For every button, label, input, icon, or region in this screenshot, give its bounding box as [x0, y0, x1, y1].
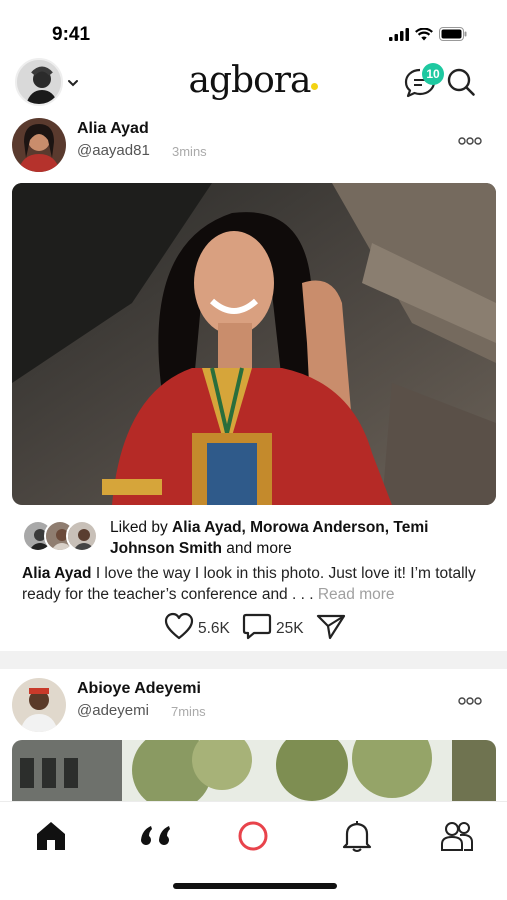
brand-dot	[311, 83, 319, 90]
likes-count: 5.6K	[198, 619, 230, 637]
comment-action[interactable]: 25K	[242, 612, 304, 645]
post-timestamp: 3mins	[172, 144, 207, 159]
more-options-icon[interactable]	[458, 694, 482, 706]
nav-people[interactable]	[437, 818, 477, 858]
like-action[interactable]: 5.6K	[164, 612, 230, 645]
messages-badge: 10	[422, 63, 444, 85]
status-time: 9:41	[52, 24, 91, 45]
brand-text: agbora	[188, 60, 312, 101]
wifi-icon	[415, 27, 433, 46]
more-options-icon[interactable]	[458, 134, 482, 146]
post-header: Abioye Adeyemi @adeyemi 7mins	[0, 678, 507, 738]
bell-icon[interactable]	[341, 819, 373, 858]
create-icon[interactable]	[236, 819, 270, 858]
post-separator	[0, 651, 507, 669]
comments-count: 25K	[276, 619, 304, 637]
read-more-link[interactable]: Read more	[318, 586, 395, 603]
post-timestamp: 7mins	[171, 704, 206, 719]
comment-icon[interactable]	[242, 612, 272, 645]
share-action[interactable]	[316, 612, 346, 645]
post-author-name[interactable]: Alia Ayad	[77, 120, 149, 138]
liked-by-text: Liked by Alia Ayad, Morowa Anderson, Tem…	[110, 517, 490, 559]
nav-notifications[interactable]	[337, 818, 377, 858]
liked-by-prefix: Liked by	[110, 519, 168, 536]
liker-avatar	[66, 520, 98, 552]
nav-create[interactable]	[233, 818, 273, 858]
home-icon[interactable]	[34, 820, 68, 857]
post-author-handle: @adeyemi	[77, 702, 149, 719]
post-author-name[interactable]: Abioye Adeyemi	[77, 680, 201, 698]
status-icons	[389, 27, 467, 46]
signal-icon	[389, 27, 409, 46]
home-indicator	[173, 883, 337, 889]
status-bar: 9:41	[0, 0, 507, 56]
post-header: Alia Ayad @aayad81 3mins	[0, 118, 507, 178]
post-actions: 5.6K 25K	[0, 612, 507, 644]
post-author-avatar[interactable]	[12, 678, 66, 732]
post-photo[interactable]	[12, 740, 496, 802]
likes-row[interactable]: Liked by Alia Ayad, Morowa Anderson, Tem…	[0, 517, 507, 561]
bottom-nav	[0, 801, 507, 900]
post-author-avatar[interactable]	[12, 118, 66, 172]
battery-icon	[439, 27, 467, 46]
post-caption: Alia Ayad I love the way I look in this …	[22, 563, 492, 605]
liked-by-suffix: and more	[226, 540, 292, 557]
quote-icon[interactable]	[137, 822, 173, 855]
send-icon[interactable]	[316, 612, 346, 645]
caption-author[interactable]: Alia Ayad	[22, 565, 92, 582]
search-icon[interactable]	[446, 67, 476, 97]
nav-home[interactable]	[31, 818, 71, 858]
people-icon[interactable]	[440, 820, 474, 857]
post-photo[interactable]	[12, 183, 496, 505]
heart-icon[interactable]	[164, 612, 194, 645]
post-author-handle: @aayad81	[77, 142, 150, 159]
app-header: agbora 10	[0, 56, 507, 112]
nav-quotes[interactable]	[135, 818, 175, 858]
